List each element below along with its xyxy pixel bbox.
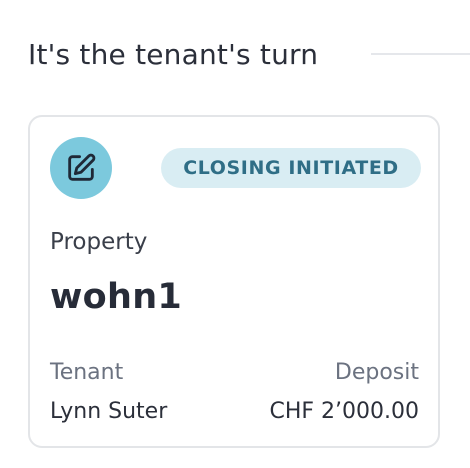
tenant-label: Tenant [50, 360, 124, 385]
section-header: It's the tenant's turn [28, 30, 470, 78]
section-title: It's the tenant's turn [28, 37, 319, 71]
section-divider [371, 53, 470, 55]
closing-card[interactable]: CLOSING INITIATED Property wohn1 Tenant … [28, 115, 440, 448]
status-badge: CLOSING INITIATED [161, 148, 421, 188]
tenant-name: Lynn Suter [50, 399, 168, 424]
deposit-label: Deposit [334, 360, 419, 385]
edit-square-icon [68, 153, 96, 181]
edit-icon-badge [50, 137, 112, 199]
deposit-amount: CHF 2’000.00 [269, 399, 419, 424]
property-label: Property [50, 229, 148, 255]
property-name: wohn1 [50, 277, 183, 317]
